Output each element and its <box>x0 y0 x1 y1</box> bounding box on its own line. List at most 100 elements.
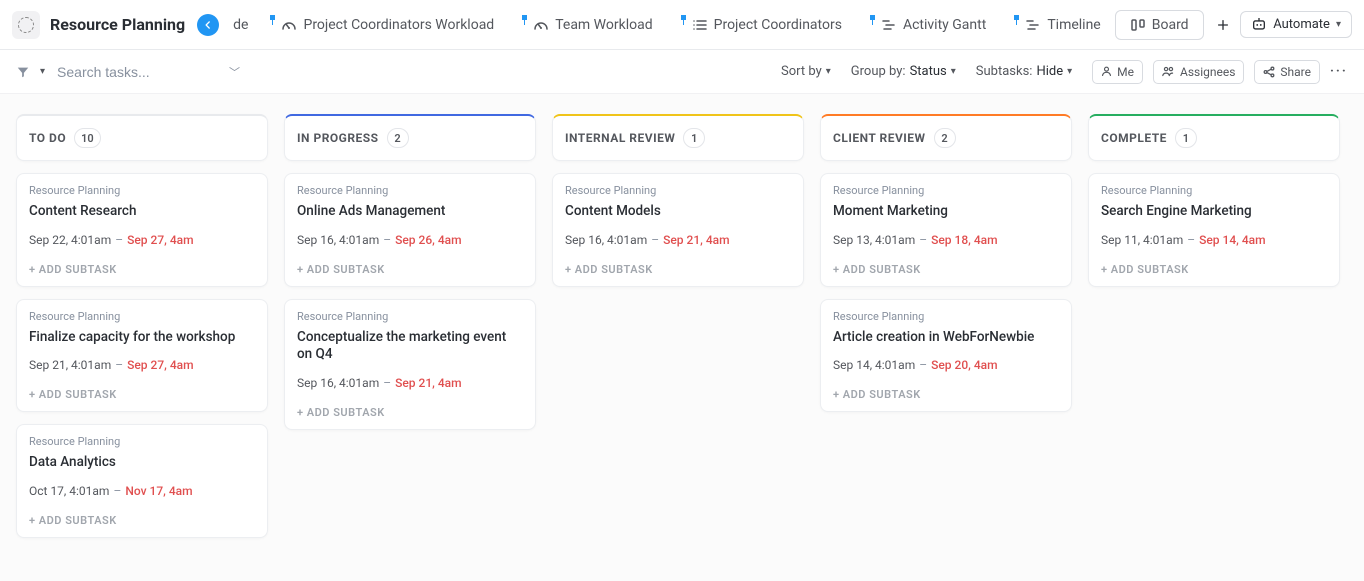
view-tab-label: Team Workload <box>555 17 652 33</box>
subtasks-label: Subtasks: <box>976 64 1033 79</box>
search-input[interactable] <box>55 63 215 81</box>
card-title: Finalize capacity for the workshop <box>29 329 255 347</box>
task-card[interactable]: Resource PlanningFinalize capacity for t… <box>16 299 268 413</box>
automate-button[interactable]: Automate ▾ <box>1240 11 1352 38</box>
share-label: Share <box>1280 65 1311 79</box>
card-list-name: Resource Planning <box>297 184 523 197</box>
task-card[interactable]: Resource Planning Conceptualize the marke… <box>284 299 536 430</box>
more-menu-button[interactable]: ··· <box>1330 64 1348 79</box>
card-due-date: Sep 21, 4am <box>663 233 729 247</box>
task-card[interactable]: Resource PlanningArticle creation in Web… <box>820 299 1072 413</box>
add-subtask-button[interactable]: ADD SUBTASK <box>833 263 1059 276</box>
view-tab-project-coordinators[interactable]: Project Coordinators <box>667 11 856 39</box>
subtasks-value: Hide <box>1036 64 1063 79</box>
column-header[interactable]: IN PROGRESS2 <box>284 114 536 161</box>
column-title: CLIENT REVIEW <box>833 131 926 145</box>
task-card[interactable]: Resource PlanningMoment MarketingSep 13,… <box>820 173 1072 287</box>
view-tab-peek[interactable]: de <box>225 11 256 39</box>
add-subtask-button[interactable]: ADD SUBTASK <box>297 263 523 276</box>
board-column: CLIENT REVIEW2 Resource Planning Moment Ma… <box>820 114 1072 412</box>
view-tab-board[interactable]: Board <box>1115 10 1204 40</box>
add-subtask-button[interactable]: ADD SUBTASK <box>1101 263 1327 276</box>
subtasks-control[interactable]: Subtasks: Hide ▾ <box>976 64 1072 79</box>
automate-label: Automate <box>1273 17 1330 32</box>
task-card[interactable]: Resource PlanningOnline Ads ManagementSe… <box>284 173 536 287</box>
card-title: Content Research <box>29 203 255 221</box>
chevron-down-icon[interactable]: ﹀ <box>229 64 240 80</box>
view-tab-activity-gantt[interactable]: Activity Gantt <box>856 11 1000 39</box>
date-separator: – <box>115 358 123 372</box>
add-subtask-button[interactable]: ADD SUBTASK <box>29 514 255 527</box>
card-title: Moment Marketing <box>833 203 1059 221</box>
chevron-left-icon <box>203 20 213 30</box>
card-start-date: Sep 22, 4:01am <box>29 233 111 247</box>
card-title: Content Models <box>565 203 791 221</box>
topbar: Resource Planning de Project Coordinator… <box>0 0 1364 50</box>
people-icon <box>1162 66 1175 77</box>
card-dates: Oct 17, 4:01am–Nov 17, 4am <box>29 484 255 498</box>
group-value: Status <box>910 64 947 79</box>
column-header[interactable]: COMPLETE1 <box>1088 114 1340 161</box>
chevron-down-icon: ▾ <box>951 66 956 77</box>
sort-by-control[interactable]: Sort by ▾ <box>781 64 831 79</box>
task-card[interactable]: Resource PlanningContent ResearchSep 22,… <box>16 173 268 287</box>
card-start-date: Sep 11, 4:01am <box>1101 233 1183 247</box>
card-due-date: Nov 17, 4am <box>125 484 192 498</box>
view-tab-label: Board <box>1152 17 1189 33</box>
pin-icon <box>1014 15 1019 20</box>
card-list-name: Resource Planning <box>29 435 255 448</box>
add-subtask-button[interactable]: ADD SUBTASK <box>833 388 1059 401</box>
column-header[interactable]: TO DO10 <box>16 114 268 161</box>
list-settings-icon[interactable] <box>12 11 40 39</box>
view-tab-project-coordinators-workload[interactable]: Project Coordinators Workload <box>256 11 508 39</box>
chevron-down-icon[interactable]: ▾ <box>40 66 45 77</box>
assignees-filter-button[interactable]: Assignees <box>1153 60 1244 84</box>
card-title: Conceptualize the marketing event on Q4 <box>297 329 523 364</box>
card-start-date: Sep 14, 4:01am <box>833 358 915 372</box>
add-view-button[interactable]: View <box>1204 11 1235 39</box>
task-card[interactable]: Resource PlanningSearch Engine Marketing… <box>1088 173 1340 287</box>
card-due-date: Sep 21, 4am <box>395 376 461 390</box>
card-due-date: Sep 27, 4am <box>127 358 193 372</box>
sort-label: Sort by <box>781 64 822 79</box>
card-dates: Sep 11, 4:01am–Sep 14, 4am <box>1101 233 1327 247</box>
view-tab-label: Project Coordinators Workload <box>303 17 494 33</box>
card-due-date: Sep 26, 4am <box>395 233 461 247</box>
board-icon <box>1130 17 1146 33</box>
me-filter-button[interactable]: Me <box>1092 60 1143 84</box>
task-card[interactable]: Resource PlanningContent ModelsSep 16, 4… <box>552 173 804 287</box>
card-due-date: Sep 14, 4am <box>1199 233 1265 247</box>
card-start-date: Sep 21, 4:01am <box>29 358 111 372</box>
date-separator: – <box>115 233 123 247</box>
add-subtask-button[interactable]: ADD SUBTASK <box>29 263 255 276</box>
card-list-name: Resource Planning <box>297 310 523 323</box>
filter-icon[interactable] <box>16 65 30 79</box>
share-button[interactable]: Share <box>1254 60 1320 84</box>
view-tab-team-workload[interactable]: Team Workload <box>508 11 666 39</box>
assignees-label: Assignees <box>1180 65 1235 79</box>
dashed-circle-icon <box>18 17 34 33</box>
column-count-badge: 1 <box>1175 128 1197 148</box>
column-count-badge: 1 <box>683 128 705 148</box>
date-separator: – <box>919 233 927 247</box>
column-header[interactable]: INTERNAL REVIEW1 <box>552 114 804 161</box>
plus-icon <box>1216 18 1230 32</box>
column-header[interactable]: CLIENT REVIEW2 <box>820 114 1072 161</box>
task-card[interactable]: Resource PlanningData AnalyticsOct 17, 4… <box>16 424 268 538</box>
card-list-name: Resource Planning <box>833 310 1059 323</box>
card-list-name: Resource Planning <box>833 184 1059 197</box>
chevron-down-icon: ▾ <box>1336 19 1341 30</box>
add-subtask-button[interactable]: ADD SUBTASK <box>297 406 523 419</box>
date-separator: – <box>113 484 121 498</box>
group-by-control[interactable]: Group by: Status ▾ <box>851 64 956 79</box>
group-label: Group by: <box>851 64 906 79</box>
add-subtask-button[interactable]: ADD SUBTASK <box>565 263 791 276</box>
view-tab-timeline[interactable]: Timeline <box>1000 11 1114 39</box>
board-column: INTERNAL REVIEW1 Resource PlanningContent… <box>552 114 804 287</box>
card-dates: Sep 16, 4:01am–Sep 21, 4am <box>297 376 523 390</box>
add-subtask-button[interactable]: ADD SUBTASK <box>29 388 255 401</box>
views-scroll-left-button[interactable] <box>197 14 219 36</box>
view-tab-peek-label: de <box>233 17 248 33</box>
column-title: TO DO <box>29 131 66 145</box>
share-icon <box>1263 66 1275 78</box>
